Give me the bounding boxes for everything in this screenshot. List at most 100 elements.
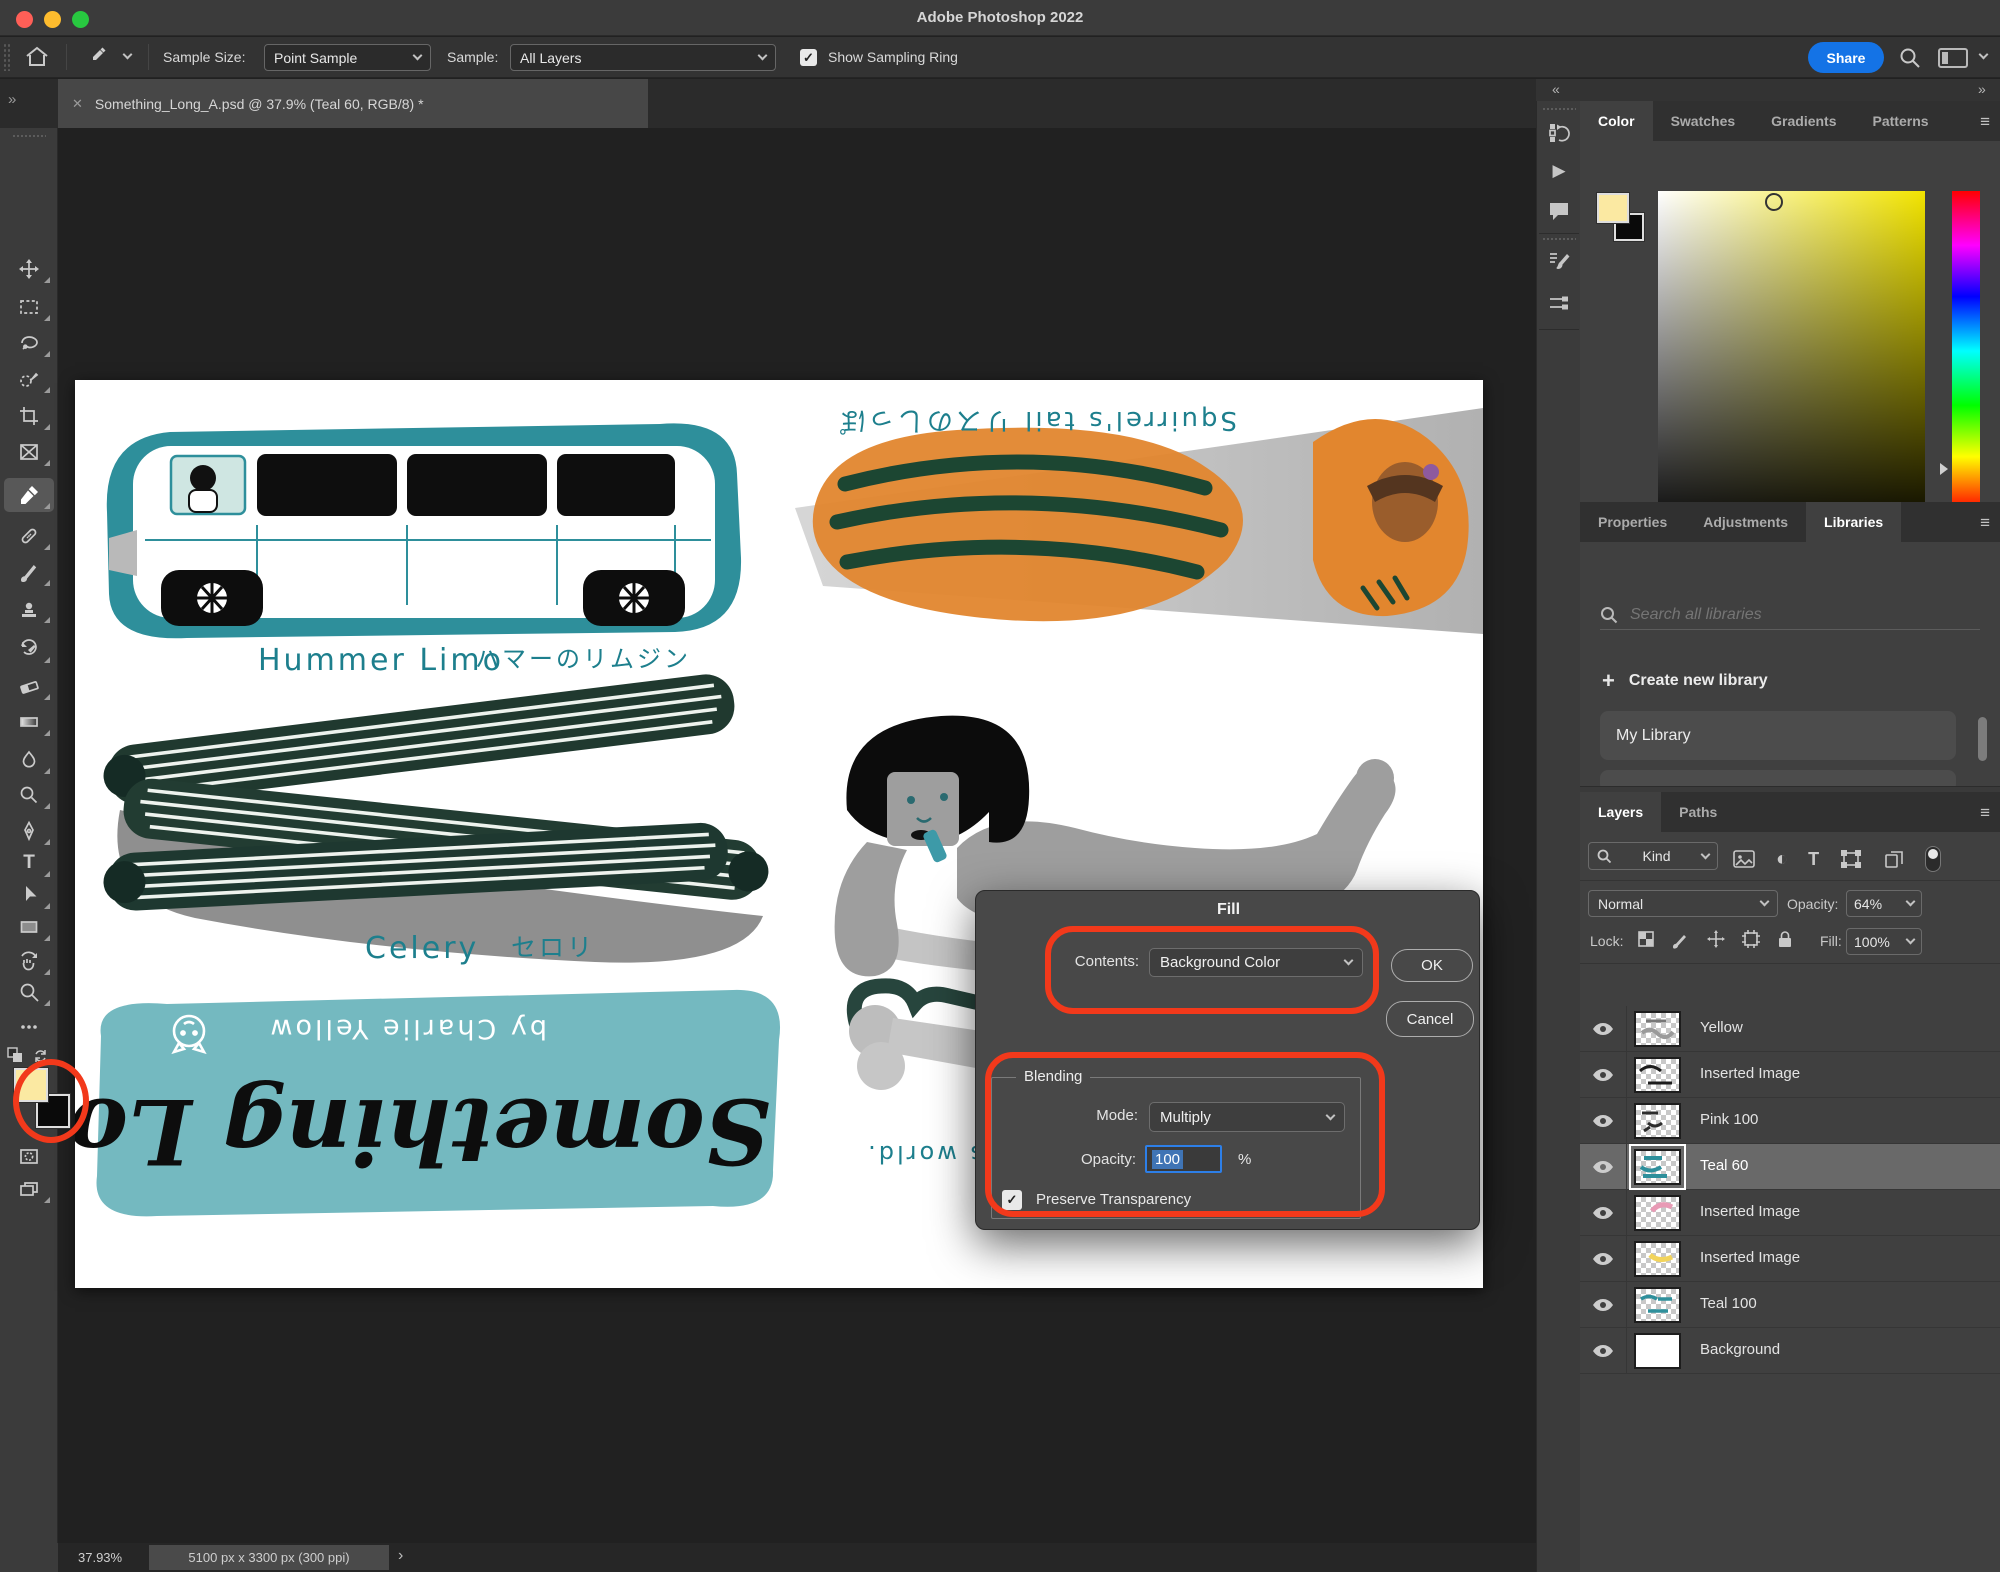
tab-gradients[interactable]: Gradients: [1753, 101, 1854, 141]
filter-shape-layers-icon[interactable]: [1839, 848, 1863, 870]
color-field-marker[interactable]: [1765, 193, 1783, 211]
shape-tool-icon[interactable]: [4, 910, 54, 944]
hue-slider[interactable]: [1952, 191, 1980, 511]
tab-paths[interactable]: Paths: [1661, 792, 1735, 832]
layer-row[interactable]: Teal 100: [1580, 1282, 2000, 1328]
layer-thumbnail[interactable]: [1634, 1333, 1681, 1369]
filter-adjustment-layers-icon[interactable]: ◐: [1776, 848, 1788, 871]
history-panel-icon[interactable]: [1545, 119, 1573, 147]
tab-overflow-icon[interactable]: »: [8, 91, 16, 108]
visibility-eye-icon[interactable]: [1592, 1344, 1614, 1363]
layer-row[interactable]: Yellow: [1580, 1006, 2000, 1052]
comments-panel-icon[interactable]: [1545, 197, 1573, 225]
tab-patterns[interactable]: Patterns: [1855, 101, 1947, 141]
fill-dialog[interactable]: Fill Contents: Background Color OK Cance…: [975, 890, 1480, 1230]
canvas-area[interactable]: Hummer Limo ハマーのリムジン: [58, 128, 1536, 1543]
lasso-tool-icon[interactable]: [4, 326, 54, 360]
collapse-dock-icon[interactable]: «: [1552, 81, 1560, 97]
toolbar-grip[interactable]: [12, 134, 46, 139]
lock-transparency-icon[interactable]: [1636, 929, 1656, 949]
healing-brush-tool-icon[interactable]: [4, 519, 54, 553]
libraries-scrollbar[interactable]: [1978, 717, 1987, 761]
tab-color[interactable]: Color: [1580, 101, 1653, 141]
collapse-panels-icon[interactable]: »: [1978, 81, 1986, 97]
tab-properties[interactable]: Properties: [1580, 502, 1685, 542]
move-tool-icon[interactable]: [4, 252, 54, 286]
lock-position-icon[interactable]: [1706, 929, 1726, 949]
layer-thumbnail[interactable]: [1634, 1241, 1681, 1277]
layer-thumbnail[interactable]: [1634, 1057, 1681, 1093]
layer-thumbnail[interactable]: [1634, 1149, 1681, 1185]
dodge-tool-icon[interactable]: [4, 778, 54, 812]
gradient-tool-icon[interactable]: [4, 705, 54, 739]
opacity-dropdown[interactable]: 64%: [1846, 890, 1922, 917]
clone-stamp-tool-icon[interactable]: [4, 592, 54, 626]
history-brush-tool-icon[interactable]: [4, 632, 54, 666]
type-tool-icon[interactable]: T: [4, 846, 54, 880]
visibility-eye-icon[interactable]: [1592, 1068, 1614, 1087]
kind-filter-dropdown[interactable]: Kind: [1588, 842, 1718, 870]
document-dimensions[interactable]: 5100 px x 3300 px (300 ppi): [149, 1545, 389, 1570]
lock-all-icon[interactable]: [1776, 929, 1794, 949]
tab-swatches[interactable]: Swatches: [1653, 101, 1754, 141]
fill-dropdown[interactable]: 100%: [1846, 928, 1922, 955]
eyedropper-tool-icon-selected[interactable]: [4, 478, 54, 512]
ok-button[interactable]: OK: [1391, 949, 1473, 982]
lock-pixels-icon[interactable]: [1671, 929, 1691, 949]
layer-row-selected[interactable]: Teal 60: [1580, 1144, 2000, 1190]
search-icon[interactable]: [1898, 46, 1922, 73]
brush-settings-panel-icon[interactable]: [1545, 247, 1573, 275]
visibility-eye-icon[interactable]: [1592, 1114, 1614, 1133]
eyedropper-options-chevron-icon[interactable]: [123, 50, 133, 60]
document-tab[interactable]: ✕ Something_Long_A.psd @ 37.9% (Teal 60,…: [58, 79, 648, 128]
chevron-down-icon[interactable]: [1979, 50, 1989, 60]
layer-row[interactable]: Inserted Image: [1580, 1190, 2000, 1236]
zoom-level[interactable]: 37.93%: [78, 1550, 122, 1565]
options-bar-grip[interactable]: [3, 43, 11, 71]
actions-panel-icon[interactable]: ▶: [1545, 157, 1573, 185]
filter-pixel-layers-icon[interactable]: [1732, 848, 1756, 870]
cancel-button[interactable]: Cancel: [1386, 1001, 1474, 1037]
eyedropper-tool-icon[interactable]: [88, 45, 112, 72]
filter-type-layers-icon[interactable]: T: [1808, 849, 1819, 870]
panel-foreground-swatch[interactable]: [1597, 193, 1629, 223]
panel-menu-icon[interactable]: ≡: [1980, 513, 1990, 533]
lock-artboard-icon[interactable]: [1741, 929, 1761, 949]
visibility-eye-icon[interactable]: [1592, 1160, 1614, 1179]
eraser-tool-icon[interactable]: [4, 669, 54, 703]
quick-mask-icon[interactable]: [4, 1140, 54, 1174]
show-sampling-ring-checkbox[interactable]: ✓: [800, 49, 817, 66]
visibility-eye-icon[interactable]: [1592, 1252, 1614, 1271]
marquee-tool-icon[interactable]: [4, 290, 54, 324]
sample-dropdown[interactable]: All Layers: [510, 44, 776, 71]
object-selection-tool-icon[interactable]: [4, 362, 54, 396]
panel-menu-icon[interactable]: ≡: [1980, 112, 1990, 132]
zoom-tool-icon[interactable]: [4, 975, 54, 1009]
library-search[interactable]: [1600, 600, 1980, 630]
layer-thumbnail[interactable]: [1634, 1287, 1681, 1323]
color-field[interactable]: [1658, 191, 1925, 511]
layer-row[interactable]: Inserted Image: [1580, 1236, 2000, 1282]
layer-thumbnail[interactable]: [1634, 1103, 1681, 1139]
tab-adjustments[interactable]: Adjustments: [1685, 502, 1806, 542]
workspace-icon[interactable]: [1938, 48, 1968, 71]
brush-tool-icon[interactable]: [4, 555, 54, 589]
pen-tool-icon[interactable]: [4, 814, 54, 848]
toolbar-ellipsis-icon[interactable]: [4, 1010, 54, 1044]
layer-thumbnail[interactable]: [1634, 1195, 1681, 1231]
sample-size-dropdown[interactable]: Point Sample: [264, 44, 431, 71]
home-icon[interactable]: [24, 45, 50, 72]
smudge-tool-icon[interactable]: [4, 743, 54, 777]
rotate-view-tool-icon[interactable]: [4, 944, 54, 978]
filter-smart-objects-icon[interactable]: [1883, 848, 1905, 870]
crop-tool-icon[interactable]: [4, 399, 54, 433]
panel-menu-icon[interactable]: ≡: [1980, 803, 1990, 823]
tab-layers[interactable]: Layers: [1580, 792, 1661, 832]
layer-row[interactable]: Inserted Image: [1580, 1052, 2000, 1098]
visibility-eye-icon[interactable]: [1592, 1298, 1614, 1317]
layer-row[interactable]: Background: [1580, 1328, 2000, 1374]
screen-mode-icon[interactable]: [4, 1172, 54, 1206]
layer-thumbnail[interactable]: [1634, 1011, 1681, 1047]
blend-mode-dropdown[interactable]: Normal: [1588, 890, 1778, 917]
library-item[interactable]: My Library: [1600, 711, 1956, 760]
